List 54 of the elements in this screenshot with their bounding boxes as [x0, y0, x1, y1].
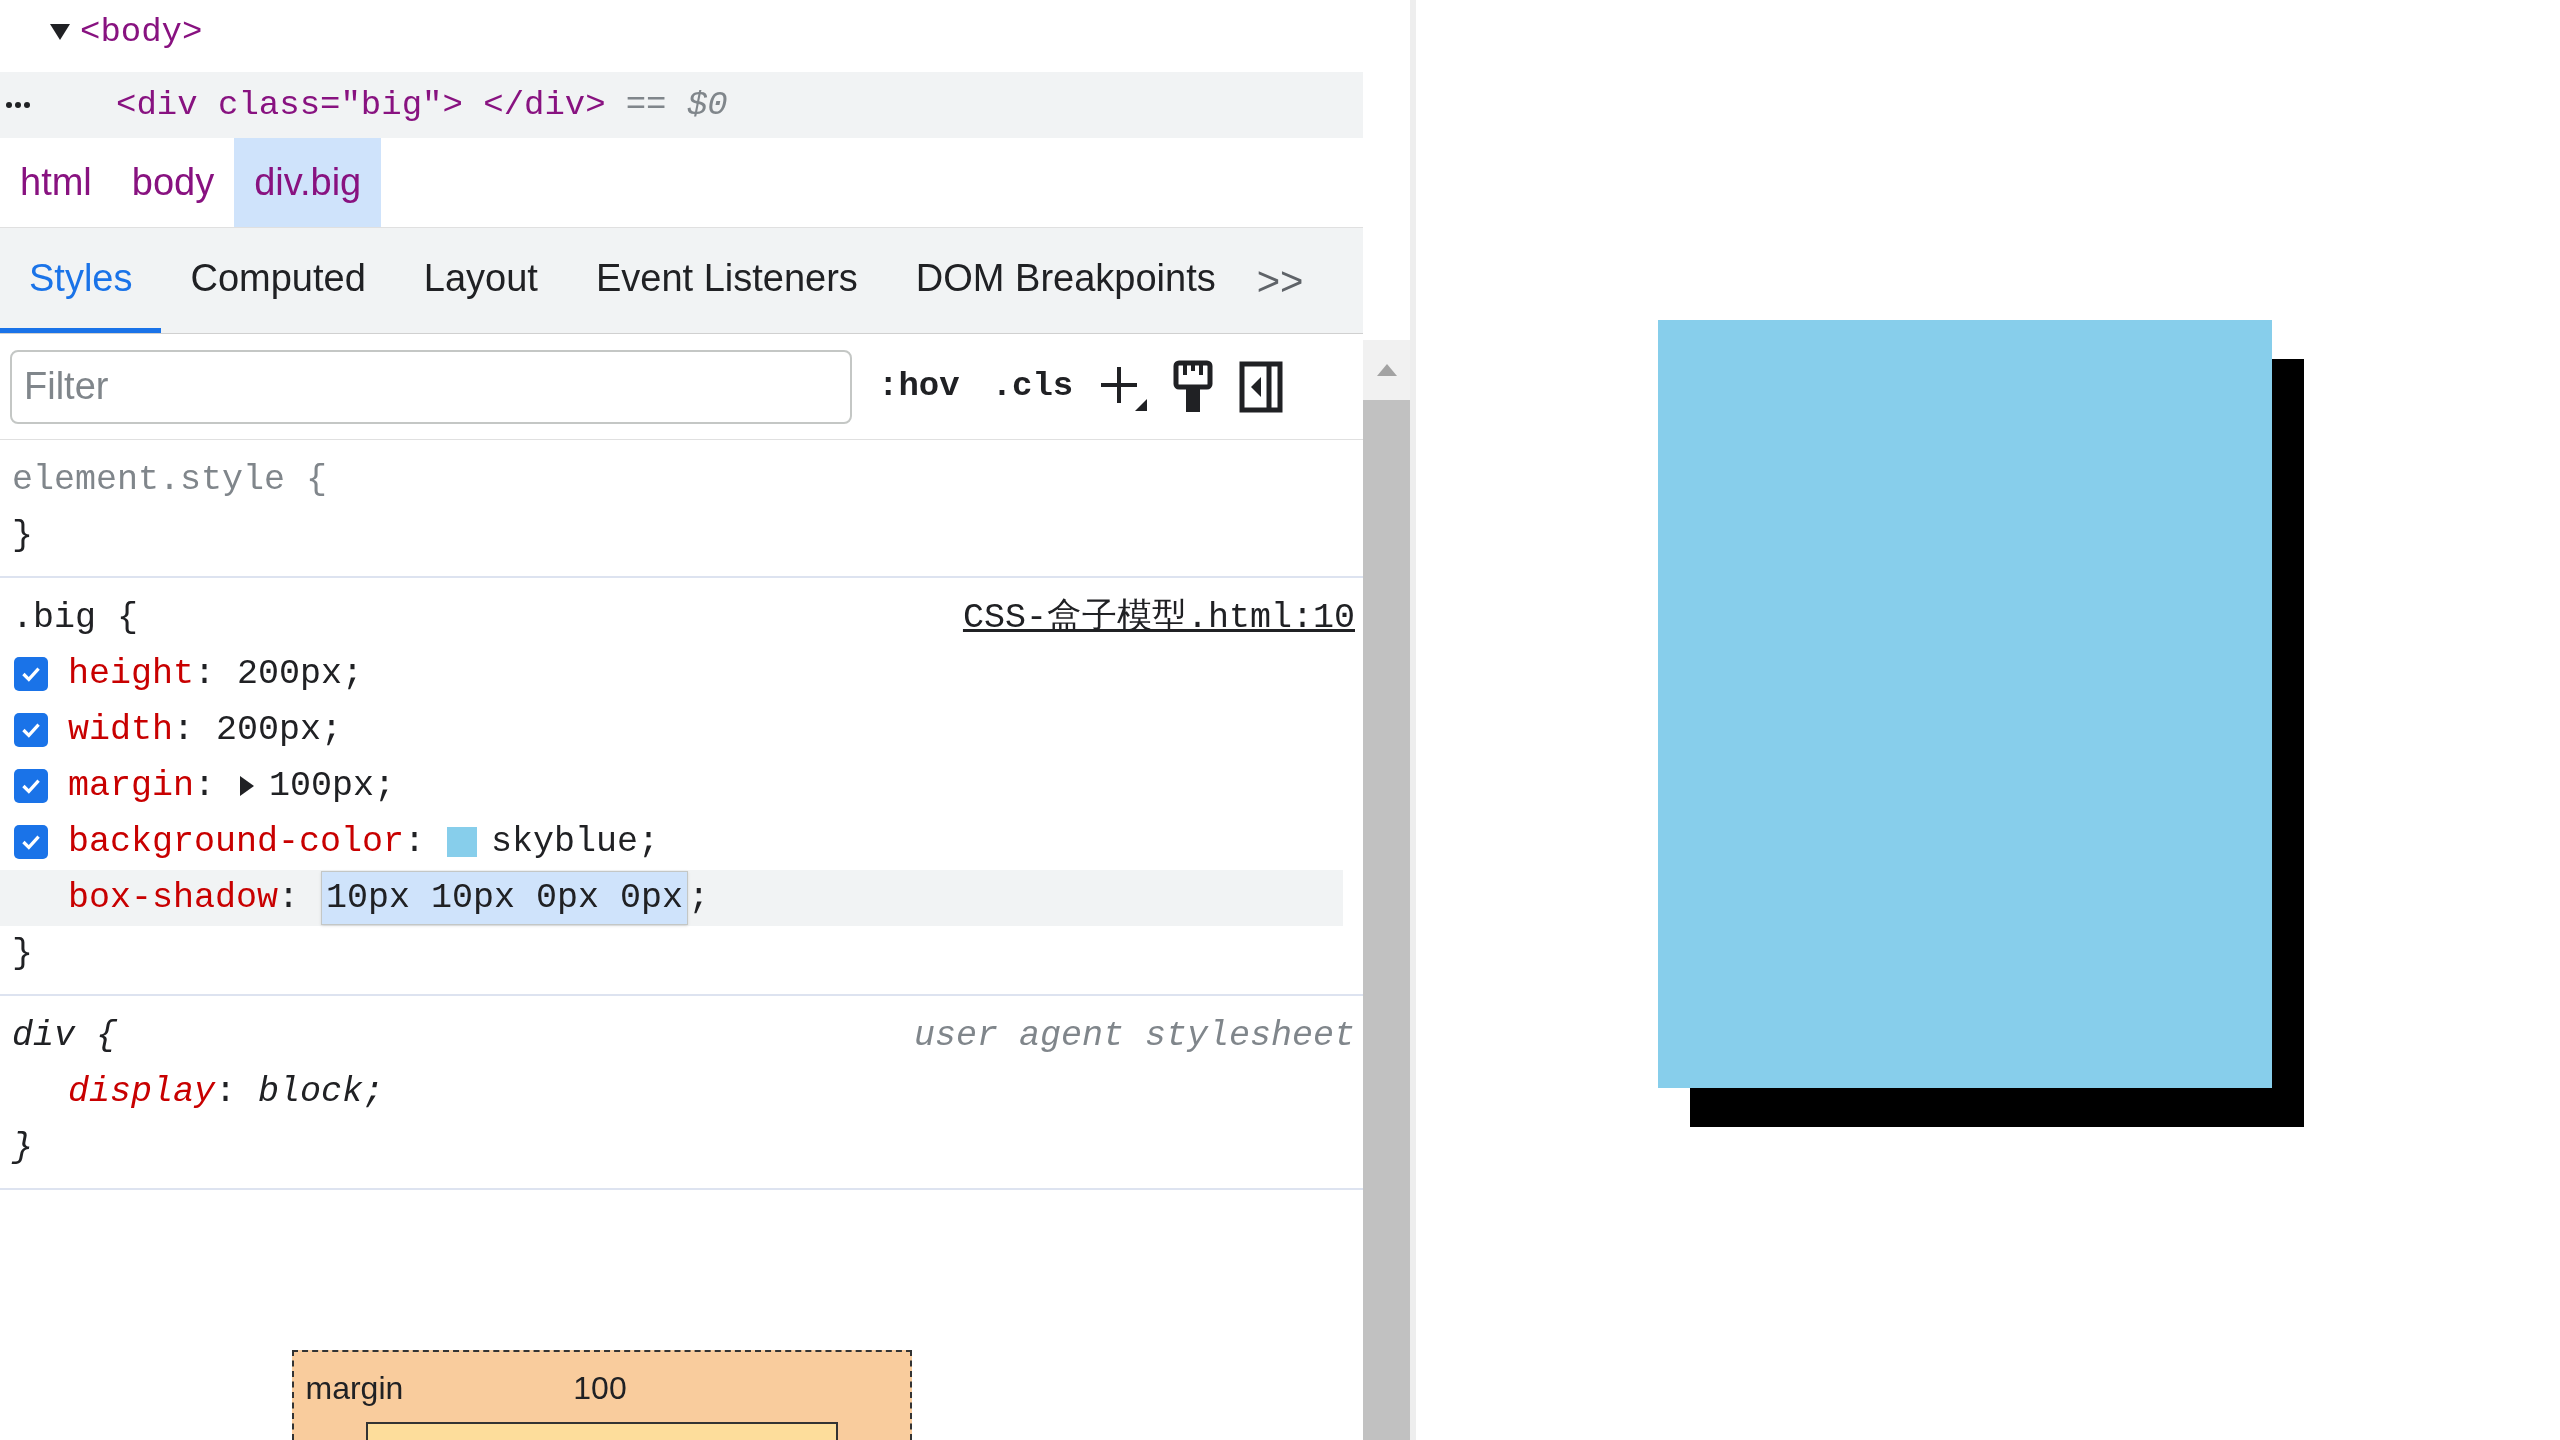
source-link[interactable]: CSS-盒子模型.html:10	[962, 591, 1355, 645]
property-name[interactable]: height	[68, 647, 195, 701]
panel-tab[interactable]: Layout	[394, 228, 567, 333]
property-name[interactable]: display	[68, 1065, 216, 1119]
panel-tab[interactable]: DOM Breakpoints	[886, 228, 1245, 333]
property-value[interactable]: skyblue;	[491, 815, 660, 869]
semicolon: ;	[688, 876, 710, 920]
colon: :	[404, 820, 426, 864]
stylesheet-origin: user agent stylesheet	[913, 1014, 1355, 1058]
property-value[interactable]: 100px;	[269, 759, 396, 813]
panel-tab[interactable]: Styles	[0, 228, 162, 333]
checkbox[interactable]	[14, 657, 48, 691]
more-tabs-button[interactable]: >>	[1244, 228, 1316, 333]
selected-marker: == $0	[625, 84, 728, 126]
filter-field[interactable]: Filter	[10, 349, 852, 424]
property-value[interactable]: 200px;	[237, 647, 364, 701]
rule-selector[interactable]: div {	[12, 1009, 118, 1063]
panel-tab[interactable]: Computed	[161, 228, 395, 333]
colon: :	[194, 652, 216, 696]
colon: :	[215, 1070, 237, 1114]
margin-value: 100	[573, 1369, 627, 1408]
element-tag: <body>	[80, 6, 203, 58]
property-value[interactable]: 200px;	[216, 703, 343, 757]
dom-node-row[interactable]: <div class="big"> </div> == $0	[0, 72, 1363, 138]
checkbox[interactable]	[14, 713, 48, 747]
scrollbar[interactable]	[1363, 340, 1410, 1440]
paint-brush-icon[interactable]	[1173, 359, 1214, 414]
property-name[interactable]: margin	[68, 759, 195, 813]
colon: :	[173, 708, 195, 752]
closing-brace: }	[12, 1126, 33, 1170]
closing-brace: }	[12, 514, 33, 558]
property-value[interactable]: block;	[258, 1065, 385, 1119]
property-name[interactable]: background-color	[68, 815, 405, 869]
color-swatch[interactable]	[447, 827, 478, 857]
rule-selector[interactable]: .big {	[12, 591, 139, 645]
toolbar-toggle[interactable]: :hov	[878, 361, 960, 412]
margin-label: margin	[305, 1369, 404, 1408]
breadcrumb[interactable]: div.big	[234, 138, 382, 227]
dom-node-row[interactable]: <body>	[0, 0, 1363, 64]
element-tag: <div class="big"> </div>	[116, 79, 606, 131]
checkbox[interactable]	[14, 769, 48, 803]
colon: :	[278, 876, 300, 920]
toolbar-toggle[interactable]: .cls	[991, 361, 1074, 412]
checkbox[interactable]	[14, 825, 48, 859]
value-input[interactable]: 10px 10px 0px 0px	[321, 870, 689, 926]
breadcrumb[interactable]: body	[111, 138, 235, 227]
property-name[interactable]: box-shadow	[68, 871, 279, 925]
breadcrumb[interactable]: html	[0, 138, 112, 227]
rule-selector[interactable]: element.style {	[12, 453, 328, 507]
panel-tab[interactable]: Event Listeners	[566, 228, 887, 333]
property-name[interactable]: width	[68, 703, 174, 757]
closing-brace: }	[12, 932, 33, 976]
sidebar-toggle-icon[interactable]	[1239, 360, 1284, 413]
colon: :	[194, 764, 216, 808]
